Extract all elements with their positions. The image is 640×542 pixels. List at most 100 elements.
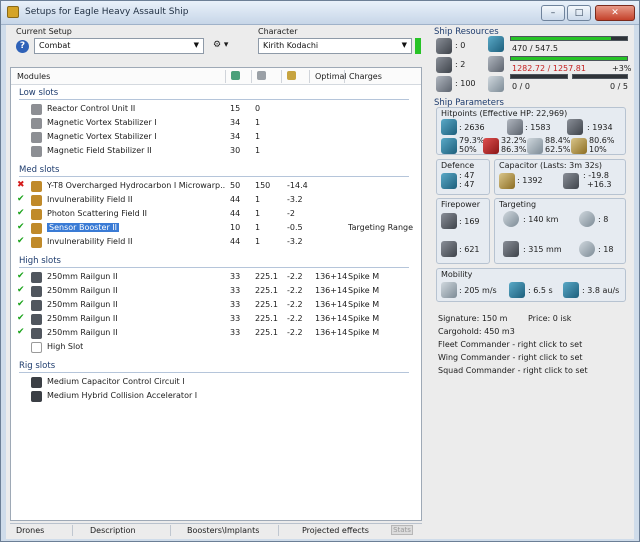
cap-usage: -2.2	[287, 286, 303, 295]
optimal-range: 136+14	[315, 314, 348, 323]
cpu-col-icon[interactable]	[231, 71, 240, 80]
high-slot-row[interactable]: ✔ 250mm Railgun II 33 225.1 -2.2 136+14 Spike …	[11, 271, 421, 285]
powergrid-col-icon[interactable]	[257, 71, 266, 80]
charge: Spike M	[348, 328, 380, 337]
check-icon: ✔	[17, 327, 25, 337]
explosive-armor-resist: 10%	[589, 145, 607, 154]
max-targets-icon	[579, 211, 595, 227]
speed-icon	[441, 282, 457, 298]
bottom-tabs: Drones Description Boosters\Implants Pro…	[10, 523, 422, 537]
cpu-usage: 33	[230, 300, 241, 309]
low-slot-row[interactable]: Reactor Control Unit II 15 0	[11, 103, 421, 117]
close-button[interactable]: ✕	[595, 5, 635, 21]
col-optimal[interactable]: Optimal	[315, 72, 347, 81]
low-slot-row[interactable]: Magnetic Vortex Stabilizer I 34 1	[11, 131, 421, 145]
tab-description[interactable]: Description	[90, 526, 136, 535]
current-setup-label: Current Setup	[16, 27, 72, 36]
character-select[interactable]: Kirith Kodachi ▼	[258, 38, 412, 54]
structure-icon	[567, 119, 583, 135]
powergrid-usage: 1	[255, 209, 261, 218]
module-icon	[31, 104, 42, 115]
low-slot-row[interactable]: Magnetic Field Stabilizer II 30 1	[11, 145, 421, 159]
med-slot-row[interactable]: ✔ Invulnerability Field II 44 1 -3.2	[11, 194, 421, 208]
minimize-button[interactable]: –	[541, 5, 565, 21]
targeting-box: Targeting : 140 km : 8 : 315 mm : 18	[494, 198, 626, 264]
current-setup-select[interactable]: Combat ▼	[34, 38, 204, 54]
tab-boosters-implants[interactable]: Boosters\Implants	[187, 526, 259, 535]
fleet-commander-slot[interactable]: Fleet Commander - right click to set	[438, 340, 582, 349]
module-name: Magnetic Vortex Stabilizer I	[47, 118, 157, 127]
rig-slot-row[interactable]: Medium Hybrid Collision Accelerator I	[11, 390, 421, 404]
optimal-range: 136+14	[315, 286, 348, 295]
price-info: Price: 0 isk	[528, 314, 572, 323]
med-slot-row[interactable]: ✔ Photon Scattering Field II 44 1 -2	[11, 208, 421, 222]
client-area: Current Setup ? Combat ▼ ⚙ ▾ Character K…	[6, 25, 634, 539]
cpu-usage: 44	[230, 237, 241, 246]
drone-bay-value: 0 / 0	[512, 82, 530, 91]
signature-info: Signature: 150 m	[438, 314, 508, 323]
med-slot-row[interactable]: ✔ Sensor Booster II 10 1 -0.5 Targeting Range	[11, 222, 421, 236]
col-charges[interactable]: Charges	[349, 72, 382, 81]
character-label: Character	[258, 27, 298, 36]
module-icon	[31, 328, 42, 339]
maximize-button[interactable]: □	[567, 5, 591, 21]
high-slot-row[interactable]: ✔ 250mm Railgun II 33 225.1 -2.2 136+14 Spike …	[11, 313, 421, 327]
low-slot-row[interactable]: Magnetic Vortex Stabilizer I 34 1	[11, 117, 421, 131]
module-name: Magnetic Field Stabilizer II	[47, 146, 152, 155]
setup-window: Setups for Eagle Heavy Assault Ship – □ …	[0, 0, 640, 542]
slot-divider	[19, 176, 409, 177]
cap-usage: -2.2	[287, 328, 303, 337]
module-name: 250mm Railgun II	[47, 286, 118, 295]
cap-usage: -2.2	[287, 272, 303, 281]
capacitor-use-rate: : -19.8	[583, 171, 609, 180]
defence-bottom-value: : 47	[459, 180, 475, 189]
module-icon	[31, 237, 42, 248]
tools-icon[interactable]: ⚙ ▾	[213, 40, 237, 53]
module-name: Invulnerability Field II	[47, 237, 133, 246]
module-name: 250mm Railgun II	[47, 314, 118, 323]
cpu-value: 470 / 547.5	[512, 44, 558, 53]
warp-speed-icon	[563, 282, 579, 298]
module-icon	[31, 314, 42, 325]
high-slot-row[interactable]: ✔ 250mm Railgun II 33 225.1 -2.2 136+14 Spike …	[11, 285, 421, 299]
kinetic-resist-icon	[527, 138, 543, 154]
cpu-usage: 50	[230, 181, 241, 190]
powergrid-usage: 225.1	[255, 300, 278, 309]
squad-commander-slot[interactable]: Squad Commander - right click to set	[438, 366, 588, 375]
kinetic-armor-resist: 62.5%	[545, 145, 571, 154]
powergrid-usage: 225.1	[255, 328, 278, 337]
med-slot-row[interactable]: ✔ Invulnerability Field II 44 1 -3.2	[11, 236, 421, 250]
charge: Spike M	[348, 272, 380, 281]
capacitor-col-icon[interactable]	[287, 71, 296, 80]
scan-resolution-value: : 315 mm	[523, 245, 562, 254]
target-range-value: : 140 km	[523, 215, 559, 224]
wing-commander-slot[interactable]: Wing Commander - right click to set	[438, 353, 583, 362]
targeting-label: Targeting	[499, 200, 537, 209]
module-icon	[31, 132, 42, 143]
powergrid-usage: 0	[255, 104, 261, 113]
rig-slot-row[interactable]: Medium Capacitor Control Circuit I	[11, 376, 421, 390]
high-slot-row[interactable]: ✔ 250mm Railgun II 33 225.1 -2.2 136+14 Spike …	[11, 299, 421, 313]
med-slot-row[interactable]: ✖ Y-T8 Overcharged Hydrocarbon I Microwar…	[11, 180, 421, 194]
app-icon	[7, 6, 19, 18]
tab-stats[interactable]: Stats	[391, 525, 413, 535]
help-icon[interactable]: ?	[16, 40, 29, 53]
module-name: Medium Capacitor Control Circuit I	[47, 377, 185, 386]
title-bar[interactable]: Setups for Eagle Heavy Assault Ship – □ …	[1, 1, 639, 25]
check-icon: ✔	[17, 208, 25, 218]
high-slot-row[interactable]: ✔ 250mm Railgun II 33 225.1 -2.2 136+14 Spike …	[11, 327, 421, 341]
character-status-indicator	[415, 38, 421, 54]
shield-hp: : 2636	[459, 123, 485, 132]
capacitor-box: Capacitor (Lasts: 3m 32s) : 1392 : -19.8…	[494, 159, 626, 195]
col-modules[interactable]: Modules	[17, 72, 50, 81]
tab-drones[interactable]: Drones	[16, 526, 44, 535]
cap-usage: -2	[287, 209, 295, 218]
window-title: Setups for Eagle Heavy Assault Ship	[25, 7, 189, 17]
em-shield-resist: 79.3%	[459, 136, 485, 145]
cap-usage: -0.5	[287, 223, 303, 232]
check-icon: ✔	[17, 313, 25, 323]
module-icon	[31, 286, 42, 297]
high-slot-row[interactable]: High Slot	[11, 341, 421, 355]
tab-projected-effects[interactable]: Projected effects	[302, 526, 369, 535]
module-name: Magnetic Vortex Stabilizer I	[47, 132, 157, 141]
